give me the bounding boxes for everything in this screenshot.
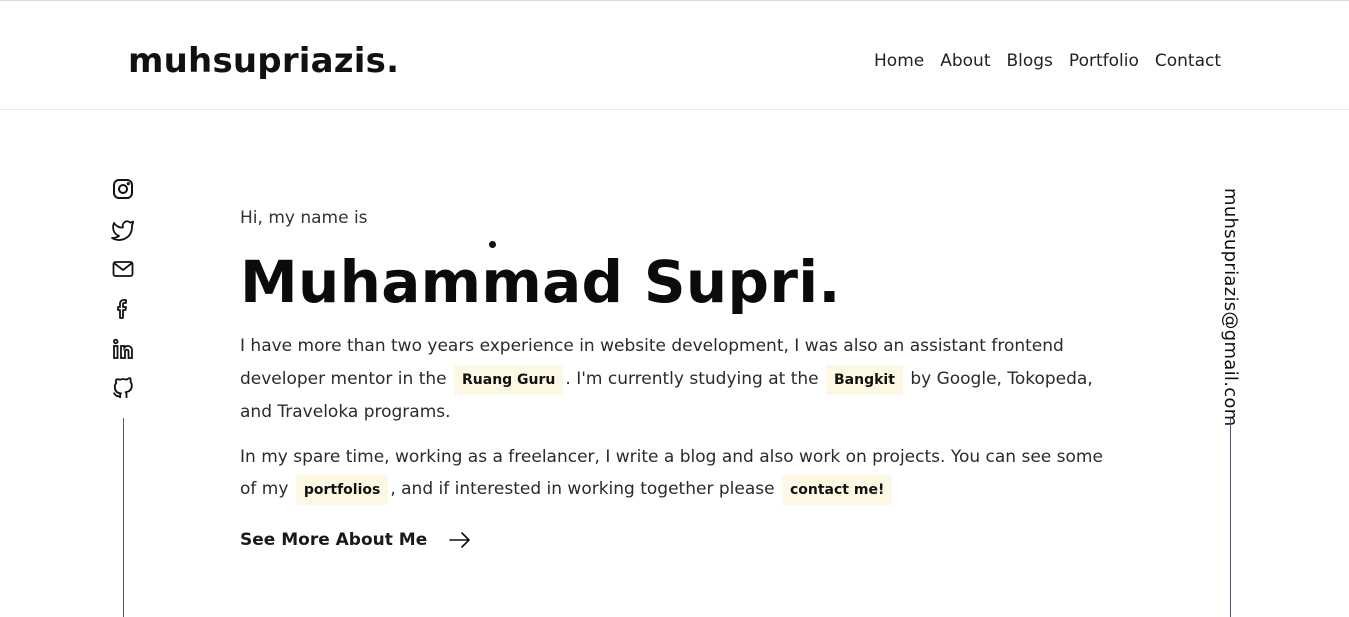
mouse-cursor	[489, 241, 496, 248]
instagram-icon[interactable]	[110, 176, 136, 202]
nav-contact[interactable]: Contact	[1155, 49, 1221, 73]
intro-paragraph-2: In my spare time, working as a freelance…	[240, 441, 1120, 507]
see-more-label: See More About Me	[240, 530, 428, 550]
contact-me-link[interactable]: contact me!	[781, 475, 893, 505]
portfolios-link[interactable]: portfolios	[295, 475, 389, 505]
nav-home[interactable]: Home	[874, 49, 924, 73]
ruang-guru-highlight[interactable]: Ruang Guru	[454, 364, 564, 395]
social-links	[110, 176, 136, 402]
hero-section: Hi, my name is Muhammad Supri. I have mo…	[240, 206, 1120, 507]
nav-about[interactable]: About	[940, 49, 990, 73]
intro-paragraph-1: I have more than two years experience in…	[240, 330, 1120, 429]
intro-text: . I'm currently studying at the	[565, 368, 819, 389]
arrow-right-icon	[449, 532, 471, 548]
nav-blogs[interactable]: Blogs	[1006, 49, 1052, 73]
site-header: muhsupriazis. Home About Blogs Portfolio…	[0, 1, 1349, 110]
email-vertical-link[interactable]: muhsupriazis@gmail.com	[1218, 188, 1242, 427]
see-more-about-button[interactable]: See More About Me	[240, 528, 471, 552]
bangkit-highlight[interactable]: Bangkit	[826, 364, 903, 395]
facebook-icon[interactable]	[110, 296, 136, 322]
main-nav: Home About Blogs Portfolio Contact	[874, 49, 1221, 73]
intro-text: , and if interested in working together …	[390, 479, 775, 499]
right-vertical-line	[1230, 418, 1231, 617]
site-logo[interactable]: muhsupriazis.	[128, 39, 399, 83]
github-icon[interactable]	[110, 376, 136, 402]
nav-portfolio[interactable]: Portfolio	[1069, 49, 1139, 73]
linkedin-icon[interactable]	[110, 336, 136, 362]
hero-name: Muhammad Supri.	[240, 248, 841, 316]
mail-icon[interactable]	[110, 256, 136, 282]
twitter-icon[interactable]	[110, 216, 136, 242]
left-vertical-line	[123, 418, 124, 617]
greeting-text: Hi, my name is	[240, 208, 368, 228]
